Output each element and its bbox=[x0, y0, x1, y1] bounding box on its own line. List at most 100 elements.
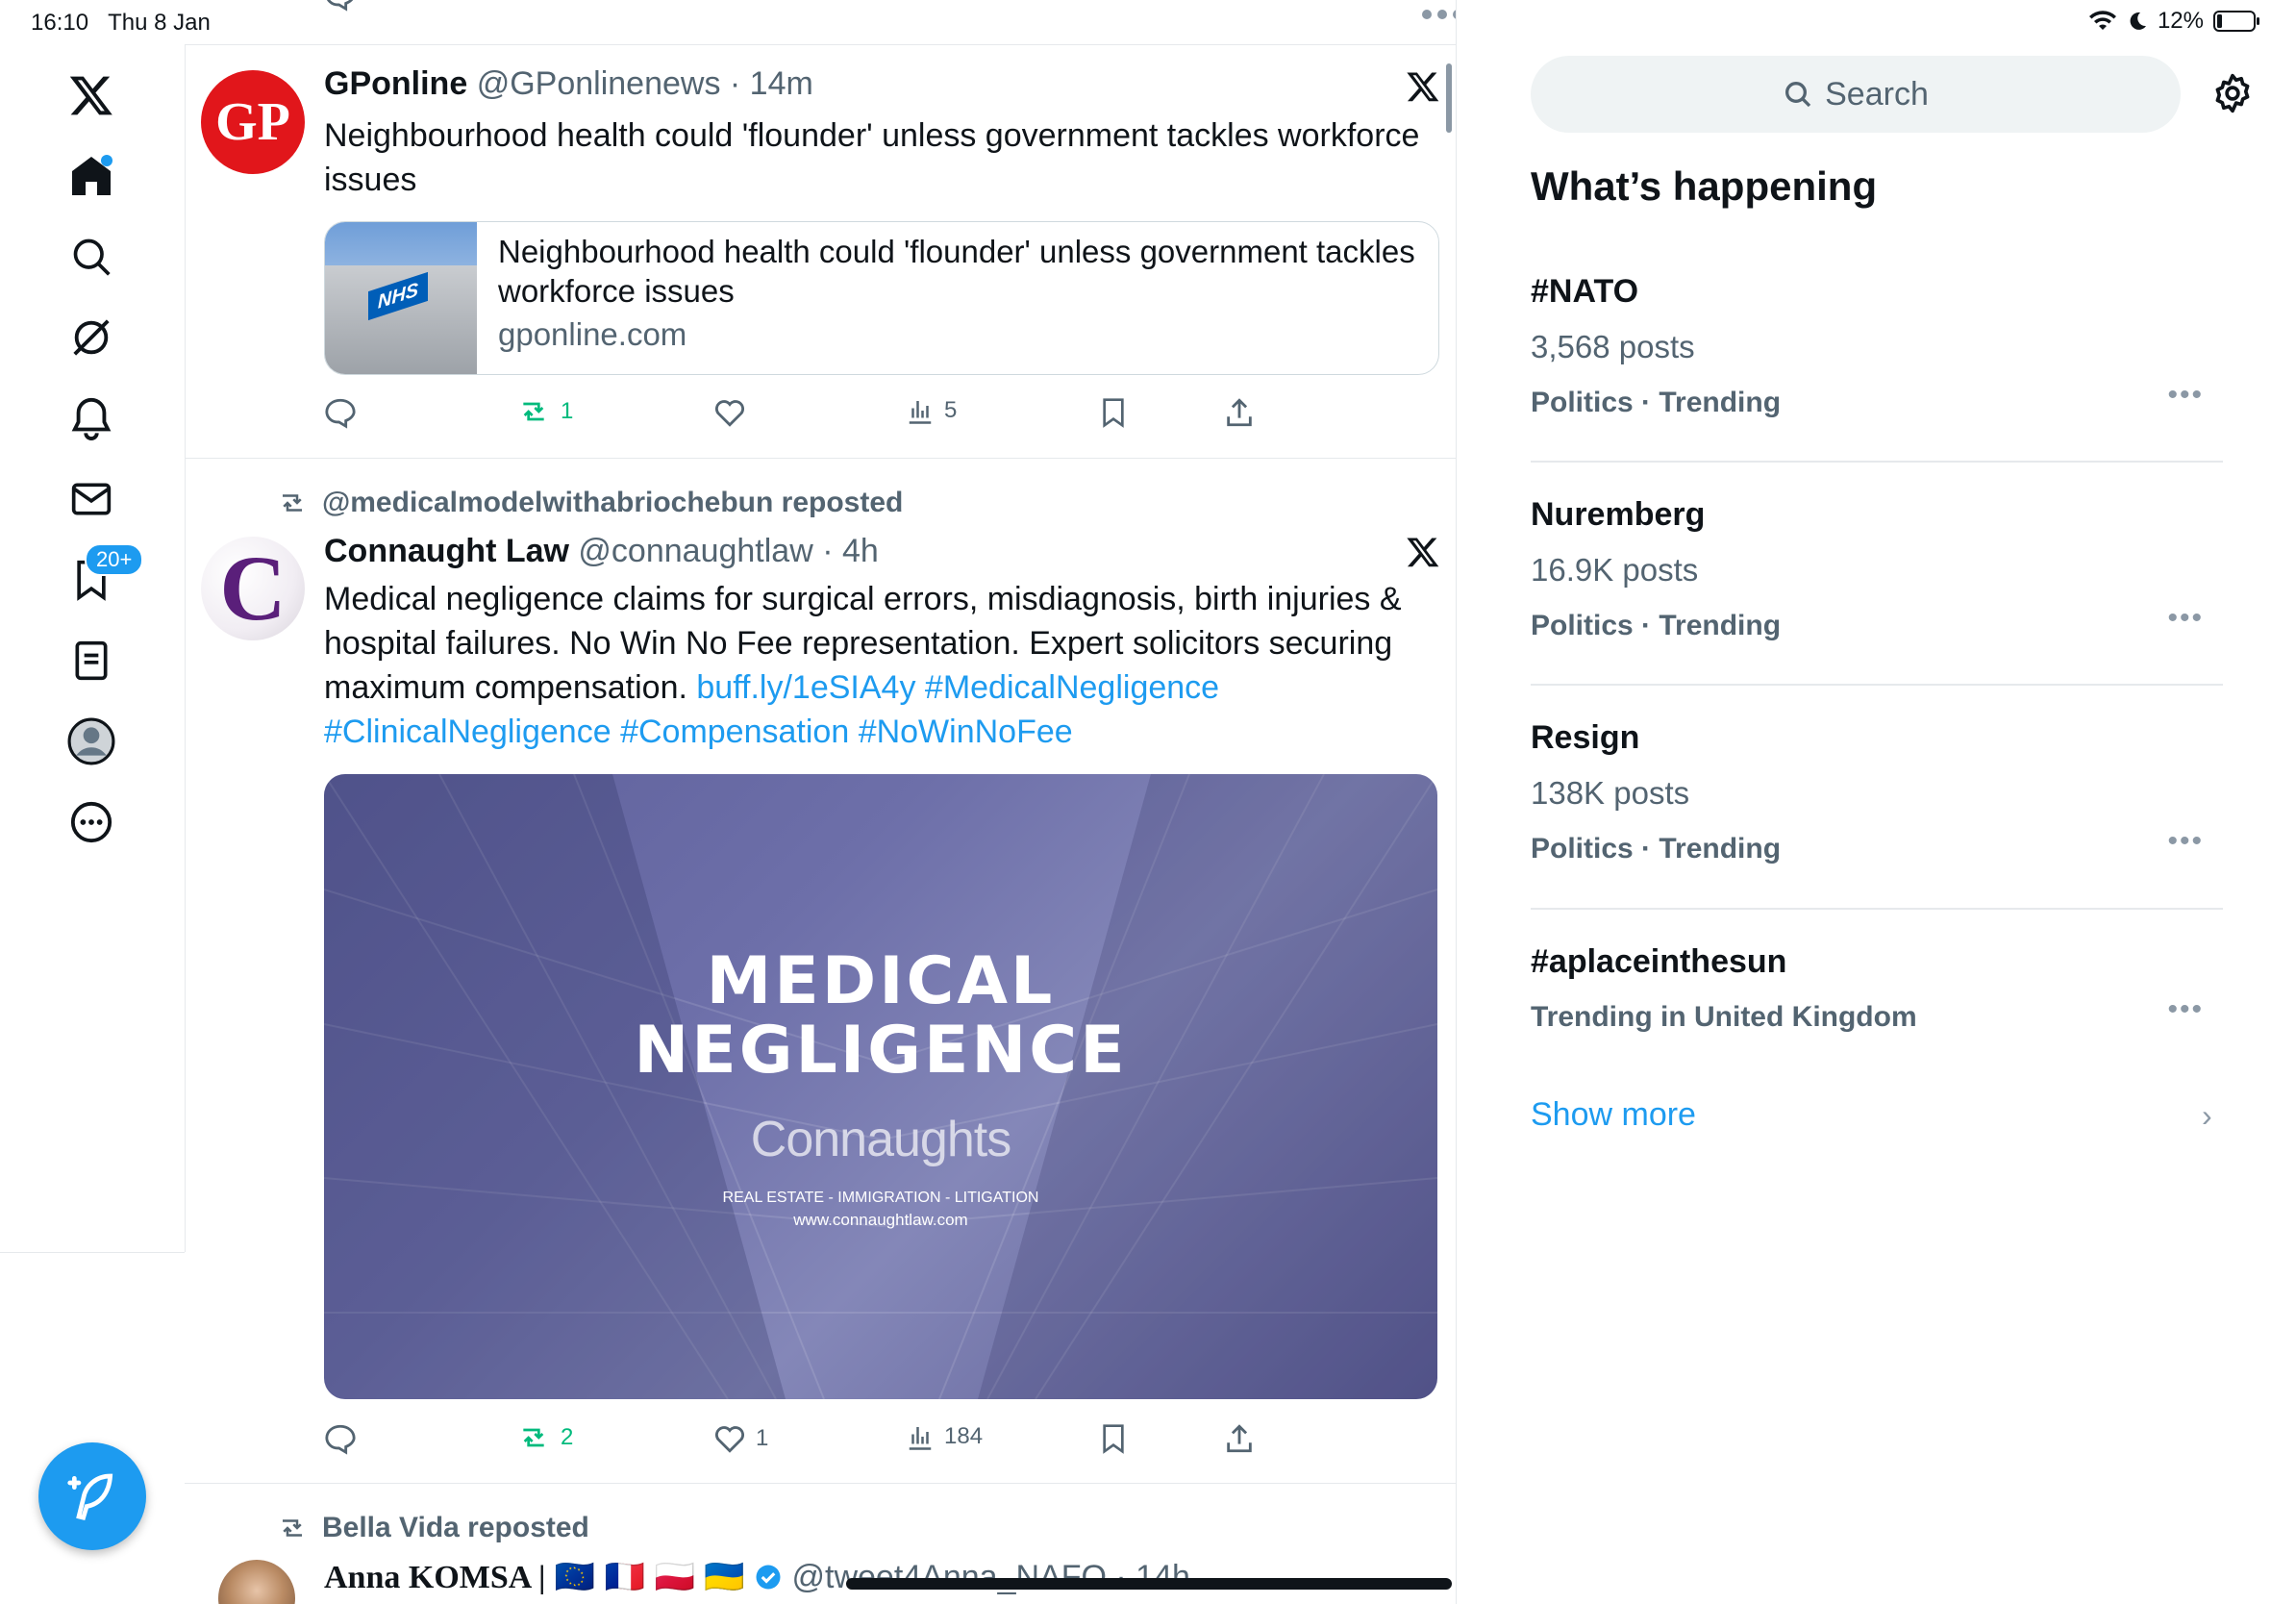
notifications-badge: 20+ bbox=[85, 543, 144, 576]
link-card-domain: gponline.com bbox=[498, 316, 687, 352]
avatar-gp-text: GP bbox=[215, 92, 290, 152]
post-time[interactable]: · 4h bbox=[822, 533, 879, 569]
trend-count: 3,568 posts bbox=[1531, 329, 1695, 364]
timeline-feed[interactable]: GP GPonline @GPonlinenews · 14m Neighbou… bbox=[185, 0, 1457, 1604]
lists-icon[interactable] bbox=[58, 627, 125, 694]
messages-icon[interactable] bbox=[58, 465, 125, 533]
like-button[interactable]: 1 bbox=[713, 1422, 768, 1455]
reply-icon[interactable] bbox=[324, 0, 357, 12]
bookmark-icon[interactable] bbox=[1098, 396, 1129, 429]
profile-icon[interactable] bbox=[58, 708, 125, 775]
search-icon[interactable] bbox=[58, 223, 125, 290]
notifications-icon[interactable] bbox=[58, 385, 125, 452]
trend-meta: Politics · Trending bbox=[1531, 387, 1782, 418]
post-connaught-law[interactable]: @medicalmodelwithabriochebun reposted C … bbox=[185, 458, 1456, 1483]
trend-more-icon[interactable]: ••• bbox=[2167, 602, 2204, 635]
bookmark-icon[interactable] bbox=[1098, 1422, 1129, 1455]
trend-name: #aplaceinthesun bbox=[1531, 943, 1787, 980]
home-indicator[interactable] bbox=[846, 1578, 1452, 1590]
repost-context-text[interactable]: Bella Vida reposted bbox=[322, 1512, 589, 1544]
media-tagline: REAL ESTATE - IMMIGRATION - LITIGATION bbox=[722, 1190, 1039, 1206]
author-name[interactable]: Connaught Law bbox=[324, 533, 569, 569]
wifi-icon bbox=[2088, 11, 2116, 30]
avatar-connaught-law[interactable]: C bbox=[201, 537, 305, 640]
moon-icon bbox=[2130, 12, 2146, 30]
show-more-link[interactable]: Show more bbox=[1531, 1096, 1696, 1134]
views-button[interactable]: 5 bbox=[906, 396, 957, 425]
repost-count: 1 bbox=[561, 398, 574, 424]
repost-icon bbox=[283, 1519, 302, 1537]
views-icon bbox=[909, 401, 932, 424]
post-image[interactable]: MEDICAL NEGLIGENCE Connaughts REAL ESTAT… bbox=[324, 774, 1437, 1399]
author-name[interactable]: GPonline bbox=[324, 65, 467, 102]
settings-gear-icon[interactable] bbox=[2211, 72, 2254, 114]
repost-context-text[interactable]: @medicalmodelwithabriochebun reposted bbox=[322, 487, 903, 519]
trend-name: Resign bbox=[1531, 719, 1640, 756]
trend-item[interactable]: Resign 138K posts Politics · Trending ••… bbox=[1531, 719, 2223, 892]
home-icon[interactable] bbox=[58, 142, 125, 210]
link-card-title: Neighbourhood health could 'flounder' un… bbox=[498, 234, 1415, 309]
views-button[interactable]: 184 bbox=[906, 1422, 983, 1451]
grok-icon[interactable] bbox=[58, 304, 125, 371]
left-nav bbox=[0, 44, 186, 1252]
search-bar[interactable]: Search bbox=[1531, 56, 2181, 133]
avatar-gponline[interactable]: GP bbox=[201, 70, 305, 174]
avatar-c-text: C bbox=[219, 537, 287, 639]
trend-item[interactable]: Nuremberg 16.9K posts Politics · Trendin… bbox=[1531, 496, 2223, 669]
reply-icon[interactable] bbox=[324, 1422, 357, 1455]
chevron-right-icon: › bbox=[2202, 1098, 2212, 1133]
hashtag-link[interactable]: #NoWinNoFee bbox=[859, 714, 1073, 750]
trend-more-icon[interactable]: ••• bbox=[2167, 825, 2204, 858]
more-icon[interactable] bbox=[58, 789, 125, 856]
ellipsis-icon[interactable] bbox=[1420, 8, 1457, 21]
verified-badge-icon bbox=[756, 1565, 781, 1590]
post-header: Anna KOMSA | 🇪🇺 🇫🇷 🇵🇱 🇺🇦 @tweet4Anna_NAF… bbox=[324, 1558, 1190, 1596]
link-card[interactable]: NHS Neighbourhood health could 'flounder… bbox=[324, 221, 1439, 375]
author-handle[interactable]: @connaughtlaw bbox=[578, 533, 812, 569]
feed-scrollbar[interactable] bbox=[1446, 63, 1452, 133]
trend-item[interactable]: #NATO 3,568 posts Politics · Trending ••… bbox=[1531, 273, 2223, 446]
compose-feather-icon bbox=[67, 1473, 113, 1520]
post-text: Medical negligence claims for surgical e… bbox=[324, 577, 1449, 754]
post-gponline[interactable]: GP GPonline @GPonlinenews · 14m Neighbou… bbox=[185, 44, 1456, 458]
views-count: 5 bbox=[944, 397, 958, 423]
post-text: Neighbourhood health could 'flounder' un… bbox=[324, 117, 1420, 198]
media-url: www.connaughtlaw.com bbox=[793, 1211, 968, 1229]
repost-button[interactable]: 2 bbox=[516, 1422, 573, 1453]
like-icon[interactable] bbox=[713, 396, 746, 429]
repost-icon bbox=[523, 402, 544, 421]
compose-post-button[interactable] bbox=[38, 1442, 146, 1550]
media-brand: Connaughts bbox=[750, 1112, 1011, 1167]
x-logo-icon[interactable] bbox=[58, 62, 125, 129]
post-time[interactable]: · 14h bbox=[1115, 1559, 1190, 1595]
nav-divider bbox=[0, 1252, 185, 1253]
views-icon bbox=[909, 1427, 932, 1450]
trend-more-icon[interactable]: ••• bbox=[2167, 379, 2204, 412]
battery-icon bbox=[2213, 11, 2259, 32]
views-count: 184 bbox=[944, 1423, 984, 1449]
post-header: Connaught Law @connaughtlaw · 4h bbox=[324, 533, 879, 570]
post-actions: 2 1 184 bbox=[324, 1422, 1285, 1461]
author-handle[interactable]: @tweet4Anna_NAFO bbox=[791, 1559, 1106, 1595]
trends-title: What’s happening bbox=[1531, 163, 1878, 209]
share-icon[interactable] bbox=[1223, 1422, 1256, 1455]
media-title: MEDICAL NEGLIGENCE bbox=[634, 943, 1128, 1089]
repost-button[interactable]: 1 bbox=[516, 396, 573, 427]
hashtag-link[interactable]: #Compensation bbox=[620, 714, 849, 750]
author-flags: 🇪🇺 🇫🇷 🇵🇱 🇺🇦 bbox=[554, 1559, 745, 1595]
author-name[interactable]: Anna KOMSA | bbox=[324, 1560, 545, 1595]
hashtag-link[interactable]: #ClinicalNegligence bbox=[324, 714, 611, 750]
x-logo-icon bbox=[1407, 538, 1439, 567]
avatar-anna-komsa[interactable] bbox=[218, 1560, 295, 1604]
trend-more-icon[interactable]: ••• bbox=[2167, 993, 2204, 1026]
search-placeholder: Search bbox=[1825, 75, 1929, 113]
hashtag-link[interactable]: #MedicalNegligence bbox=[925, 669, 1219, 706]
trend-name: #NATO bbox=[1531, 273, 1639, 310]
post-time[interactable]: · 14m bbox=[730, 65, 813, 102]
share-icon[interactable] bbox=[1223, 396, 1256, 429]
author-handle[interactable]: @GPonlinenews bbox=[477, 65, 721, 102]
post-link[interactable]: buff.ly/1eSIA4y bbox=[696, 669, 915, 706]
trend-item[interactable]: #aplaceinthesun Trending in United Kingd… bbox=[1531, 943, 2223, 1049]
reply-icon[interactable] bbox=[324, 396, 357, 429]
post-header: GPonline @GPonlinenews · 14m bbox=[324, 65, 813, 103]
